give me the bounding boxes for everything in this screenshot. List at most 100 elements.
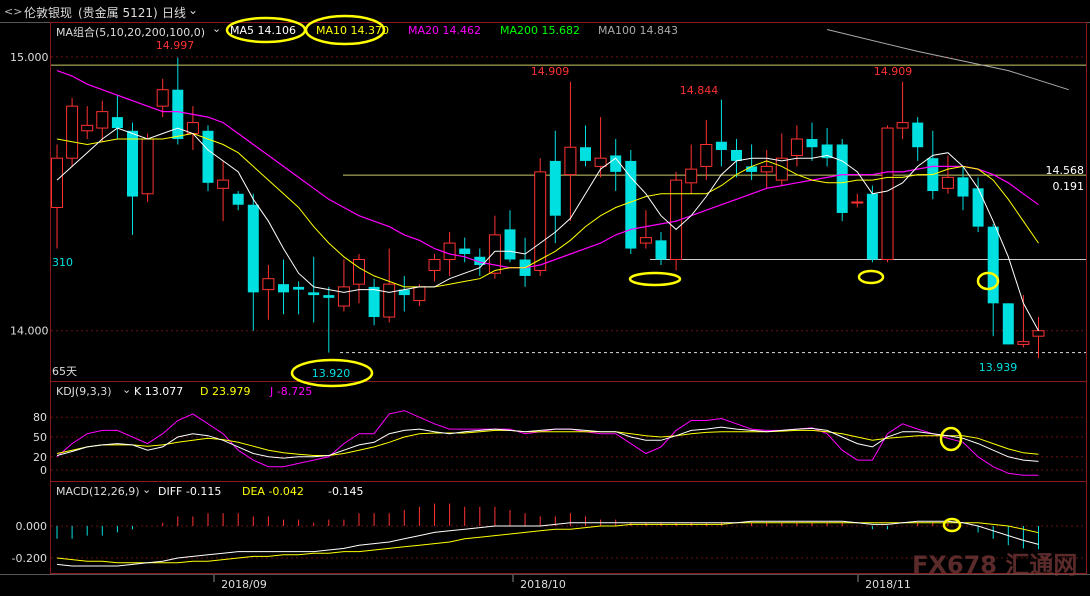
macd-value-label: -0.145	[328, 485, 364, 498]
high-label: 14.909	[874, 65, 913, 78]
candle-body	[625, 160, 637, 249]
axes: 15.000 14.000 80 50 200 0.000 -0.200 2018/09 201…	[10, 51, 911, 591]
date-tick-label: 2018/10	[520, 578, 566, 591]
candle-body	[488, 234, 501, 274]
candle-body	[760, 165, 773, 173]
kdj-tick-label: 20	[33, 451, 47, 464]
low-label: 13.920	[312, 367, 351, 380]
candle-body	[700, 143, 713, 167]
candle-body	[1032, 330, 1045, 337]
high-label: 14.997	[156, 39, 195, 52]
candle-body	[731, 149, 742, 161]
candle-body	[217, 179, 230, 189]
candle-body	[655, 240, 667, 260]
macd-label[interactable]: MACD(12,26,9)	[56, 485, 140, 498]
macd-tick-label: -0.200	[12, 552, 47, 565]
candle-body	[1002, 303, 1014, 345]
candle-body	[66, 105, 79, 159]
candle-body	[806, 139, 818, 148]
macd-diff-line	[56, 520, 1039, 567]
candle-body	[443, 242, 456, 261]
kdj-d-line	[56, 429, 1039, 456]
date-tick-label: 2018/11	[865, 578, 911, 591]
candle-body	[172, 89, 184, 140]
kdj-tick-label: 0	[40, 464, 47, 477]
ma200-label: MA200 15.682	[500, 24, 580, 37]
high-label: 14.909	[531, 65, 570, 78]
high-label: 14.844	[680, 84, 719, 97]
level-diff-label: 0.191	[1053, 180, 1085, 193]
price-tick-label: 15.000	[10, 51, 49, 64]
chevron-down-icon[interactable]: ⌄	[142, 483, 151, 496]
low-label: 13.939	[979, 361, 1018, 374]
ma20-label: MA20 14.462	[408, 24, 481, 37]
kdj-j-label: J -8.725	[270, 385, 313, 398]
candle-body	[428, 259, 441, 271]
price-tick-label: 14.000	[10, 325, 49, 338]
ma5-label: MA5 14.106	[230, 24, 296, 37]
macd-panel	[56, 503, 1039, 567]
macd-dea-line	[56, 522, 1039, 564]
left-marker-label: 310	[52, 256, 73, 269]
candle-body	[156, 89, 169, 107]
candle-body	[111, 117, 123, 129]
kdj-j-line	[56, 410, 1039, 476]
kdj-d-label: D 23.979	[200, 385, 251, 398]
chevron-down-icon[interactable]: ⌄	[212, 22, 221, 35]
candle-body	[459, 248, 471, 255]
candle-body	[232, 193, 244, 205]
kdj-tick-label: 50	[33, 431, 47, 444]
candle-body	[247, 204, 259, 293]
period-label: 65天	[52, 365, 77, 378]
candle-body	[383, 283, 396, 318]
chevron-down-icon[interactable]: ⌄	[122, 383, 131, 396]
candle-body	[262, 278, 275, 291]
kdj-k-line	[56, 426, 1039, 462]
support-highlight	[628, 271, 682, 287]
kdj-k-label: K 13.077	[134, 385, 184, 398]
candle-body	[323, 295, 335, 298]
kdj-label[interactable]: KDJ(9,3,3)	[56, 385, 112, 398]
kdj-tick-label: 80	[33, 411, 47, 424]
candle-body	[504, 229, 516, 260]
candle-body	[1017, 341, 1030, 345]
macd-dea-label: DEA -0.042	[242, 485, 304, 498]
candle-body	[685, 168, 698, 184]
candle-body	[96, 111, 109, 129]
candle-body	[836, 144, 848, 213]
candles	[51, 57, 1045, 359]
candle-body	[881, 127, 894, 261]
ma-group-label[interactable]: MA组合(5,10,20,200,100,0)	[56, 24, 205, 40]
candle-body	[127, 130, 138, 197]
candle-body	[549, 160, 561, 216]
macd-diff-label: DIFF -0.115	[158, 485, 222, 498]
candle-body	[413, 286, 426, 302]
candle-body	[987, 226, 999, 304]
candle-body	[851, 201, 864, 204]
candle-body	[957, 177, 969, 197]
date-tick-label: 2018/09	[221, 578, 267, 591]
candle-body	[368, 286, 380, 318]
candle-body	[51, 157, 63, 208]
candle-body	[141, 138, 154, 195]
candle-body	[293, 286, 305, 290]
level-price-label: 14.568	[1046, 164, 1085, 177]
candle-body	[912, 122, 924, 148]
candle-body	[866, 193, 878, 260]
candle-body	[746, 166, 758, 172]
ma100-label: MA100 14.843	[598, 24, 678, 37]
candle-body	[337, 286, 350, 307]
annotations: 14.997 14.909 14.844 14.909 13.920 13.939 14.5…	[52, 39, 1084, 380]
candle-body	[353, 259, 365, 285]
candle-body	[715, 141, 727, 150]
candle-body	[308, 292, 320, 296]
candle-body	[639, 237, 652, 244]
candle-body	[534, 171, 547, 271]
candle-body	[580, 147, 591, 161]
macd-cross-highlight	[942, 517, 962, 533]
ma10-label: MA10 14.370	[316, 24, 389, 37]
candle-body	[594, 157, 607, 167]
watermark: FX678 汇通网	[912, 551, 1078, 579]
chart-window: { "toolbar": { "back_icon": "back-icon",…	[0, 0, 1090, 596]
macd-tick-label: 0.000	[16, 520, 48, 533]
